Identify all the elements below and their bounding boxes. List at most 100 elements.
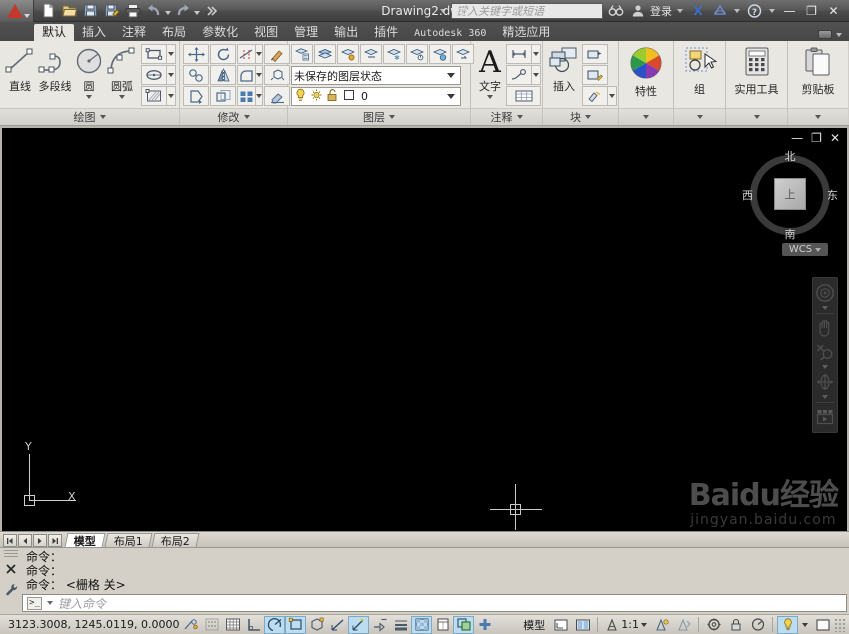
hardware-accel-icon[interactable] bbox=[747, 616, 768, 634]
chevron-down-icon[interactable] bbox=[487, 95, 493, 99]
search-icon[interactable] bbox=[606, 2, 625, 20]
layer-color-swatch-icon[interactable] bbox=[342, 88, 356, 105]
toolbar-lock-icon[interactable] bbox=[725, 616, 746, 634]
ribbon-tab-annotate[interactable]: 注释 bbox=[114, 24, 154, 41]
annotation-visibility-icon[interactable] bbox=[651, 616, 672, 634]
chevron-down-icon[interactable] bbox=[47, 601, 53, 605]
layout-last-button[interactable] bbox=[48, 534, 62, 547]
leader-tool-dropdown[interactable] bbox=[532, 65, 541, 85]
mirror-tool[interactable] bbox=[210, 65, 236, 85]
edit-block-tool[interactable] bbox=[582, 65, 608, 85]
open-file-icon[interactable] bbox=[60, 2, 79, 20]
save-as-icon[interactable] bbox=[102, 2, 121, 20]
fillet-tool-dropdown[interactable] bbox=[256, 65, 263, 85]
ribbon-tab-insert[interactable]: 插入 bbox=[74, 24, 114, 41]
trim-tool[interactable] bbox=[237, 44, 256, 64]
chevron-down-icon[interactable] bbox=[769, 8, 775, 13]
maximize-button[interactable]: ❐ bbox=[802, 3, 821, 19]
panel-utilities-label[interactable] bbox=[726, 108, 787, 125]
edit-attribute-tool[interactable] bbox=[582, 86, 608, 106]
layout-next-button[interactable] bbox=[33, 534, 47, 547]
status-bar-grip[interactable] bbox=[834, 617, 846, 632]
layer-on-icon[interactable] bbox=[294, 88, 307, 105]
ribbon-tab-view[interactable]: 视图 bbox=[246, 24, 286, 41]
leader-tool[interactable] bbox=[506, 65, 532, 85]
erase-tool[interactable] bbox=[264, 86, 290, 106]
ribbon-minimize-icon[interactable] bbox=[818, 30, 832, 39]
drawing-restore-button[interactable]: ❐ bbox=[811, 132, 822, 144]
insert-block-tool[interactable]: 插入 bbox=[546, 43, 582, 108]
3d-object-snap-toggle[interactable] bbox=[306, 616, 327, 634]
edit-attribute-tool-dropdown[interactable] bbox=[608, 86, 617, 106]
polyline-tool[interactable]: 多段线 bbox=[37, 43, 73, 108]
rectangle-tool-dropdown[interactable] bbox=[167, 44, 176, 64]
more-icon[interactable] bbox=[202, 2, 221, 20]
layer-turn-all-on-tool[interactable] bbox=[429, 44, 451, 64]
auto-scale-icon[interactable] bbox=[673, 616, 694, 634]
text-tool[interactable]: A 文字 bbox=[474, 43, 506, 108]
chevron-down-icon[interactable] bbox=[440, 8, 446, 13]
model-space-button[interactable]: 模型 bbox=[519, 617, 549, 633]
create-block-tool[interactable] bbox=[582, 44, 608, 64]
drawing-close-button[interactable]: ✕ bbox=[830, 132, 840, 144]
arc-tool[interactable]: 圆弧 bbox=[105, 43, 139, 108]
explode-tool[interactable] bbox=[264, 65, 290, 85]
clean-screen-icon[interactable] bbox=[777, 615, 798, 634]
dynamic-input-toggle[interactable] bbox=[369, 616, 390, 634]
panel-properties-label[interactable] bbox=[619, 108, 673, 125]
panel-group-label[interactable] bbox=[674, 108, 725, 125]
selection-cycling-toggle[interactable] bbox=[453, 615, 474, 634]
autodesk-exchange-icon[interactable]: X bbox=[688, 2, 707, 20]
panel-block-label[interactable]: 块 bbox=[543, 108, 618, 125]
chevron-down-icon[interactable] bbox=[119, 95, 125, 99]
drawing-minimize-button[interactable]: — bbox=[791, 132, 803, 144]
panel-modify-label[interactable]: 修改 bbox=[180, 108, 287, 125]
command-line-settings-icon[interactable] bbox=[5, 583, 18, 600]
chevron-down-icon[interactable] bbox=[802, 622, 808, 627]
panel-clipboard-label[interactable] bbox=[788, 108, 848, 125]
layout-first-button[interactable] bbox=[3, 534, 17, 547]
ribbon-tab-home[interactable]: 默认 bbox=[34, 24, 75, 41]
minimize-button[interactable]: — bbox=[780, 3, 799, 19]
command-history[interactable]: 命令： 命令： 命令： <栅格 关> bbox=[22, 549, 847, 594]
ribbon-tab-autodesk360[interactable]: Autodesk 360 bbox=[406, 24, 494, 41]
autodesk-360-icon[interactable] bbox=[710, 2, 729, 20]
line-tool[interactable]: 直线 bbox=[3, 43, 37, 108]
command-line-drag-handle[interactable] bbox=[4, 550, 18, 558]
hatch-tool-dropdown[interactable] bbox=[167, 86, 176, 106]
command-input[interactable]: 键入命令 bbox=[58, 595, 106, 612]
undo-dropdown-icon[interactable] bbox=[165, 10, 171, 15]
redo-icon[interactable] bbox=[173, 2, 192, 20]
chevron-down-icon[interactable] bbox=[734, 8, 740, 13]
rotate-tool[interactable] bbox=[210, 44, 236, 64]
ribbon-tab-manage[interactable]: 管理 bbox=[286, 24, 326, 41]
model-layout-quick-view-icon[interactable] bbox=[550, 616, 571, 634]
ribbon-tab-featured-apps[interactable]: 精选应用 bbox=[494, 24, 558, 41]
array-tool[interactable] bbox=[237, 86, 256, 106]
panel-annotation-label[interactable]: 注释 bbox=[471, 108, 542, 125]
command-line-close-icon[interactable] bbox=[5, 563, 17, 578]
search-input[interactable]: 键入关键字或短语 bbox=[451, 2, 603, 19]
dimension-tool-dropdown[interactable] bbox=[532, 44, 541, 64]
redo-dropdown-icon[interactable] bbox=[194, 10, 200, 15]
plot-icon[interactable] bbox=[123, 2, 142, 20]
layer-state-combobox[interactable]: 未保存的图层状态 bbox=[291, 66, 461, 85]
panel-clipboard-body[interactable]: 剪贴板 bbox=[788, 41, 848, 108]
layer-make-current-tool[interactable] bbox=[314, 44, 336, 64]
undo-icon[interactable] bbox=[144, 2, 163, 20]
polar-tracking-toggle[interactable] bbox=[264, 615, 285, 634]
chevron-down-icon[interactable] bbox=[677, 8, 683, 13]
ellipse-tool-dropdown[interactable] bbox=[167, 65, 176, 85]
workspace-switch-icon[interactable] bbox=[703, 616, 724, 634]
chevron-down-icon[interactable] bbox=[836, 32, 842, 37]
drawing-canvas[interactable]: — ❐ ✕ 上 北 南 西 东 WCS Y X Baidu经验 jingyan.… bbox=[2, 128, 847, 531]
layer-off-tool[interactable] bbox=[406, 44, 428, 64]
rectangle-tool[interactable] bbox=[141, 44, 167, 64]
object-snap-toggle[interactable] bbox=[285, 615, 306, 634]
infer-constraints-toggle[interactable] bbox=[180, 616, 201, 634]
ribbon-tab-layout[interactable]: 布局 bbox=[154, 24, 194, 41]
copy-tool[interactable] bbox=[183, 65, 209, 85]
quick-properties-toggle[interactable] bbox=[432, 616, 453, 634]
trim-tool-dropdown[interactable] bbox=[256, 44, 263, 64]
save-icon[interactable] bbox=[81, 2, 100, 20]
